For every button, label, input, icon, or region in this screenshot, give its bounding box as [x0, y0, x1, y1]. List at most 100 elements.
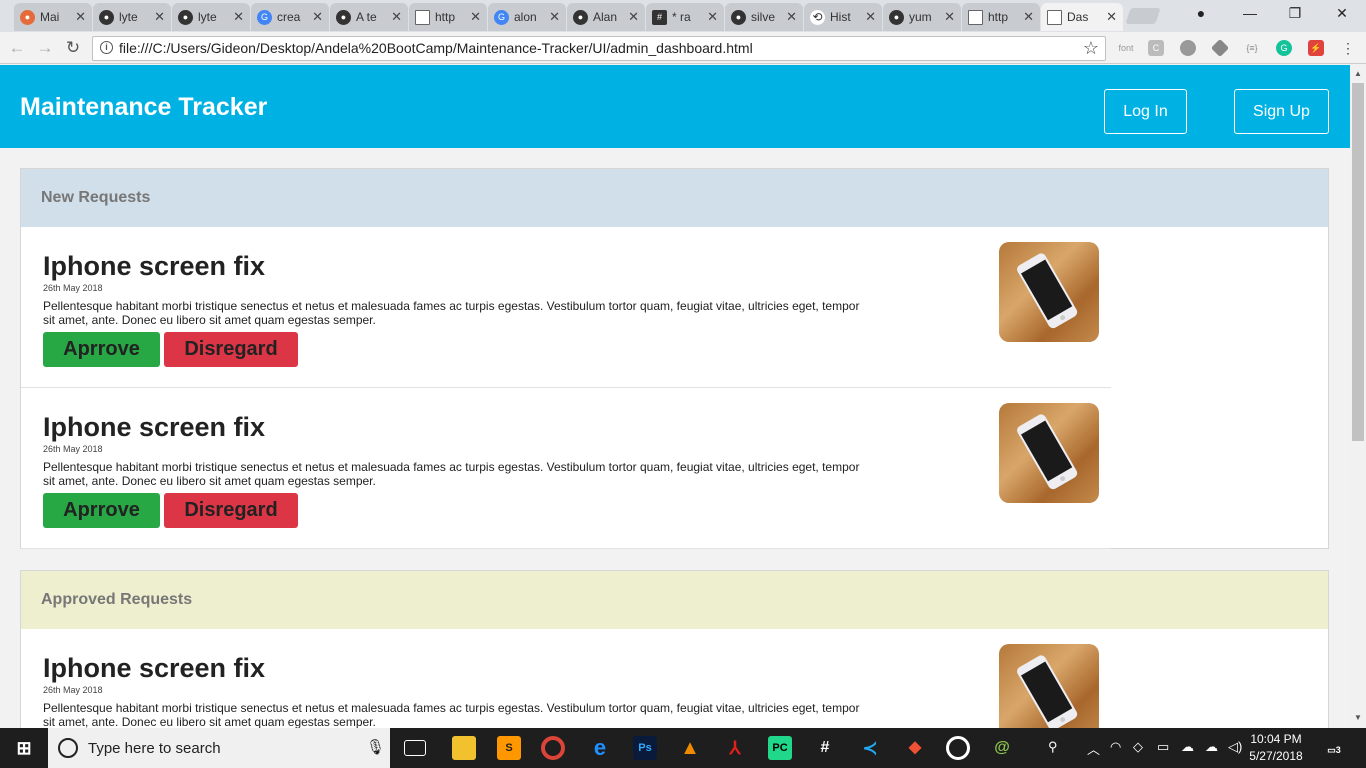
vlc-icon[interactable]: ▲: [678, 736, 702, 760]
browser-tab[interactable]: Galon ✕: [488, 3, 566, 31]
photoshop-icon[interactable]: Ps: [633, 736, 657, 760]
request-item: Iphone screen fix 26th May 2018 Pellente…: [21, 629, 1111, 728]
browser-tab[interactable]: http ✕: [962, 3, 1040, 31]
close-icon[interactable]: ✕: [944, 9, 955, 25]
sublime-text-icon[interactable]: S: [497, 736, 521, 760]
request-title: Iphone screen fix: [43, 251, 266, 281]
volume-icon[interactable]: ◁): [1228, 739, 1242, 755]
browser-tab-strip: ● Mai ✕ ● lyte ✕ ● lyte ✕ Gcrea ✕ ● A te ✕ http ✕ …: [0, 0, 1366, 32]
slack-icon[interactable]: #: [813, 736, 837, 760]
scrollbar-thumb[interactable]: [1352, 83, 1364, 441]
info-icon[interactable]: i: [100, 41, 113, 54]
close-icon[interactable]: ✕: [233, 9, 244, 25]
close-icon[interactable]: ✕: [391, 9, 402, 25]
request-item: Iphone screen fix 26th May 2018 Pellente…: [21, 227, 1111, 388]
close-icon[interactable]: ✕: [312, 9, 323, 25]
taskbar-search[interactable]: Type here to search 🎙: [48, 728, 390, 768]
address-bar[interactable]: i file:///C:/Users/Gideon/Desktop/Andela…: [92, 36, 1106, 61]
signup-button[interactable]: Sign Up: [1234, 89, 1329, 134]
back-icon[interactable]: ←: [6, 38, 28, 58]
profile-icon[interactable]: ●: [1186, 5, 1216, 21]
app-icon[interactable]: [946, 736, 970, 760]
page-scrollbar[interactable]: ▲ ▼: [1350, 65, 1366, 728]
people-icon[interactable]: ⚲: [1048, 739, 1058, 755]
phone-illustration: [1017, 253, 1078, 329]
github-icon: ●: [731, 9, 746, 25]
windows-start-icon[interactable]: ⊞: [12, 736, 36, 760]
disregard-button[interactable]: Disregard: [164, 493, 298, 528]
font-extension-icon[interactable]: font: [1115, 40, 1137, 56]
onedrive-icon[interactable]: ☁: [1205, 739, 1218, 755]
bookmark-star-icon[interactable]: ☆: [1083, 38, 1099, 59]
scroll-down-icon[interactable]: ▼: [1354, 713, 1362, 722]
app-header: Maintenance Tracker Log In Sign Up: [0, 65, 1350, 148]
approve-button[interactable]: Aprrove: [43, 493, 160, 528]
reload-icon[interactable]: ↻: [62, 38, 84, 58]
menu-icon[interactable]: ⋮: [1340, 40, 1356, 56]
git-icon[interactable]: ◆: [903, 736, 927, 760]
browser-tab[interactable]: ● Alan ✕: [567, 3, 645, 31]
github-icon: ●: [889, 9, 904, 25]
request-title: Iphone screen fix: [43, 412, 266, 442]
browser-tab[interactable]: ⟲ Hist ✕: [804, 3, 882, 31]
file-explorer-icon[interactable]: [452, 736, 476, 760]
browser-tab[interactable]: ● lyte ✕: [93, 3, 171, 31]
browser-tab[interactable]: Gcrea ✕: [251, 3, 329, 31]
close-icon[interactable]: ✕: [470, 9, 481, 25]
pycharm-icon[interactable]: PC: [768, 736, 792, 760]
browser-tab[interactable]: ● yum ✕: [883, 3, 961, 31]
approved-requests-panel: Approved Requests Iphone screen fix 26th…: [20, 570, 1329, 728]
close-icon[interactable]: ✕: [75, 9, 86, 25]
close-icon[interactable]: ✕: [154, 9, 165, 25]
close-icon[interactable]: ✕: [1106, 9, 1117, 25]
app-title[interactable]: Maintenance Tracker: [20, 93, 267, 122]
microphone-icon[interactable]: 🎙: [366, 738, 385, 756]
close-icon[interactable]: ✕: [1023, 9, 1034, 25]
browser-tab[interactable]: http ✕: [409, 3, 487, 31]
disregard-button[interactable]: Disregard: [164, 332, 298, 367]
json-extension-icon[interactable]: {≡}: [1243, 40, 1261, 56]
grammarly-icon[interactable]: G: [1276, 40, 1292, 56]
close-icon[interactable]: ✕: [786, 9, 797, 25]
close-window-icon[interactable]: ✕: [1327, 5, 1357, 22]
browser-tab-active[interactable]: Das ✕: [1041, 3, 1123, 31]
minimize-icon[interactable]: —: [1235, 5, 1265, 21]
close-icon[interactable]: ✕: [707, 9, 718, 25]
onedrive-icon[interactable]: ☁: [1181, 739, 1194, 755]
restore-icon[interactable]: ❐: [1280, 5, 1310, 22]
close-icon[interactable]: ✕: [628, 9, 639, 25]
system-clock[interactable]: 10:04 PM 5/27/2018: [1246, 731, 1306, 765]
new-tab-button[interactable]: [1125, 8, 1161, 24]
extension-icon[interactable]: [1210, 38, 1230, 58]
app-icon[interactable]: @: [990, 736, 1014, 760]
scroll-up-icon[interactable]: ▲: [1354, 69, 1362, 78]
login-button[interactable]: Log In: [1104, 89, 1187, 134]
edge-icon[interactable]: e: [588, 736, 612, 760]
browser-tab[interactable]: # * ra ✕: [646, 3, 724, 31]
cortana-icon: [58, 738, 78, 758]
approve-button[interactable]: Aprrove: [43, 332, 160, 367]
vscode-icon[interactable]: ≺: [858, 736, 882, 760]
request-description: Pellentesque habitant morbi tristique se…: [43, 460, 860, 488]
acrobat-icon[interactable]: ⅄: [723, 736, 747, 760]
extension-icon[interactable]: [1180, 40, 1196, 56]
hash-icon: #: [652, 9, 667, 25]
forward-icon[interactable]: →: [34, 38, 56, 58]
extension-icon[interactable]: ⚡: [1308, 40, 1324, 56]
browser-tab[interactable]: ● Mai ✕: [14, 3, 92, 31]
close-icon[interactable]: ✕: [865, 9, 876, 25]
notifications-icon[interactable]: ▭3: [1322, 736, 1346, 760]
chrome-icon[interactable]: [541, 736, 565, 760]
close-icon[interactable]: ✕: [549, 9, 560, 25]
tray-chevron-icon[interactable]: ︿: [1087, 739, 1100, 758]
wifi-icon[interactable]: ◠: [1110, 739, 1121, 755]
browser-tab[interactable]: ● lyte ✕: [172, 3, 250, 31]
task-view-icon[interactable]: [404, 740, 426, 756]
c-extension-icon[interactable]: C: [1148, 40, 1164, 56]
battery-icon[interactable]: ▭: [1157, 739, 1169, 755]
github-icon: ●: [336, 9, 351, 25]
browser-tab[interactable]: ● silve ✕: [725, 3, 803, 31]
app-icon: ●: [20, 9, 35, 25]
browser-tab[interactable]: ● A te ✕: [330, 3, 408, 31]
dropbox-icon[interactable]: ◇: [1133, 739, 1143, 755]
